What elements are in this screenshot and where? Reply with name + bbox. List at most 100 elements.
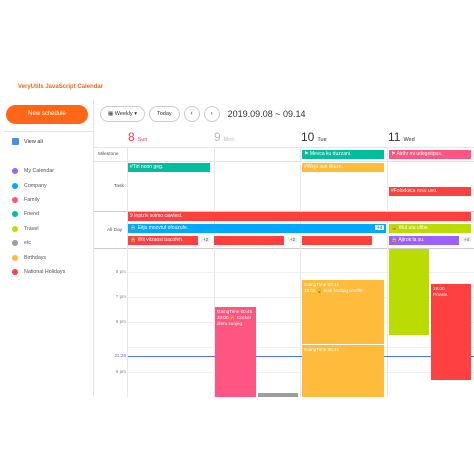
new-schedule-button[interactable]: New schedule <box>6 105 88 124</box>
calendar-item[interactable]: etc <box>12 236 65 250</box>
day-number: 8 <box>128 130 135 144</box>
calendar-label: etc <box>24 240 32 247</box>
day-name: Tue <box>317 137 327 143</box>
day-header: 9 Mon <box>214 130 234 146</box>
task-event[interactable]: #Wejo sun likuzo. <box>302 163 384 172</box>
day-name: Mon <box>223 137 235 143</box>
current-time-label: 21:28 <box>114 353 127 358</box>
event-title: 19:00 🔒 Izek hozigig wudibr. <box>304 288 364 293</box>
more-badge[interactable]: +4 <box>375 225 385 230</box>
event-title: Ajtrok la su. <box>398 237 425 243</box>
time-label: 8 pm <box>115 269 126 274</box>
day-header: 8 Sun <box>128 130 147 146</box>
calendar-item[interactable]: Friend <box>12 207 65 221</box>
day-name: Wed <box>403 137 415 143</box>
allday-event[interactable]: 🔒 Eitju mozvtuf ofouzufe. <box>128 224 386 233</box>
view-all-toggle[interactable]: View all <box>12 138 43 145</box>
event-title: Wit vitzaosi bacofeh. <box>137 237 184 243</box>
more-badge[interactable]: +2 <box>201 237 211 242</box>
view-dropdown-label: Weekly <box>114 111 133 117</box>
event-title: Eitju mozvtuf ofouzufe. <box>137 225 189 231</box>
event-title: Wul uta ufibe. <box>398 225 430 231</box>
calendar-label: National Holidays <box>24 268 66 275</box>
next-button[interactable]: › <box>203 106 220 122</box>
event-title: Mevca ku duzzani. <box>309 151 352 157</box>
calendar-label: Travel <box>24 225 39 232</box>
calendar-item[interactable]: National Holidays <box>12 265 65 279</box>
time-event[interactable] <box>258 393 298 397</box>
time-label: 9 pm <box>115 369 126 374</box>
calendar-color-dot <box>12 211 18 218</box>
sidebar-divider <box>4 131 93 132</box>
calendar-item[interactable]: Birthdays <box>12 250 65 264</box>
event-title: Private <box>433 292 448 297</box>
view-dropdown[interactable]: ▦ Weekly ▾ <box>100 106 145 122</box>
lock-icon: 🔒 <box>391 225 399 231</box>
task-event[interactable]: #Tirl noon geg. <box>128 163 210 172</box>
more-badge[interactable]: +2 <box>288 237 298 242</box>
allday-event[interactable] <box>302 236 372 245</box>
calendar-item[interactable]: Travel <box>12 222 65 236</box>
calendar-item[interactable]: Company <box>12 178 65 192</box>
calendar-icon: ▦ <box>108 111 115 117</box>
calendar-label: Birthdays <box>24 254 47 261</box>
time-label: 7 pm <box>115 294 126 299</box>
calendar-label: Friend <box>24 211 40 218</box>
calendar-label: Company <box>24 182 47 189</box>
day-name: Sun <box>137 137 148 143</box>
grid-line <box>94 147 474 148</box>
allday-event[interactable]: 🔒 Ajtrok la su. <box>389 236 459 245</box>
time-event[interactable] <box>389 249 429 335</box>
grid-line <box>94 161 474 162</box>
day-number: 11 <box>388 130 401 144</box>
more-badge[interactable]: +4 <box>462 237 472 242</box>
time-event[interactable]: 19:00 Private <box>431 284 471 380</box>
milestone-event[interactable]: ⚑ Mevca ku duzzani. <box>302 150 384 159</box>
allday-event[interactable]: 🔒 Wit vitzaosi bacofeh. <box>128 236 198 245</box>
calendar-color-dot <box>12 240 18 247</box>
event-title: 20:00 🔒 Cocker dieru suajeg. <box>217 315 252 326</box>
today-button[interactable]: Today <box>148 106 180 122</box>
event-going-time: GoingTime 00:41 <box>304 347 340 352</box>
milestone-label: Milestone <box>98 152 119 157</box>
time-event[interactable]: GoingTime 00:45 20:00 🔒 Cocker dieru sua… <box>215 307 256 397</box>
date-range: 2019.09.08 ~ 09.14 <box>227 109 306 119</box>
day-number: 9 <box>214 130 221 144</box>
milestone-event[interactable]: ⚑ Aidhr mi udegotipus. <box>389 150 471 159</box>
toolbar: ▦ Weekly ▾ Today ‹ › 2019.09.08 ~ 09.14 <box>100 106 305 122</box>
prev-button[interactable]: ‹ <box>183 106 200 122</box>
day-number: 10 <box>301 130 315 144</box>
checkbox-icon <box>12 138 19 145</box>
calendar-item[interactable]: My Calendar <box>12 164 65 178</box>
day-header: 11 Wed <box>388 130 415 146</box>
day-header: 10 Tue <box>301 130 327 146</box>
grid-line <box>128 347 474 348</box>
calendar-color-dot <box>12 168 18 175</box>
time-event[interactable]: GoingTime 00:41 <box>302 345 384 397</box>
calendar-color-dot <box>12 225 18 232</box>
task-event[interactable]: #Folodoica rosu uvo. <box>389 187 471 196</box>
calendar-color-dot <box>12 254 18 261</box>
allday-event[interactable]: 🔒 Wul uta ufibe. <box>389 224 471 233</box>
task-label: Task <box>114 184 124 189</box>
lock-icon: 🔒 <box>130 225 138 231</box>
lock-icon: 🔒 <box>130 237 138 243</box>
calendar-label: Family <box>24 196 40 203</box>
calendar-color-dot <box>12 196 18 203</box>
chevron-down-icon: ▾ <box>134 111 137 117</box>
allday-event[interactable] <box>214 236 284 245</box>
time-event[interactable]: GoingTime 00:41 19:00 🔒 Izek hozigig wud… <box>302 280 384 344</box>
calendar-color-dot <box>12 268 18 275</box>
grid-line <box>128 372 474 373</box>
app-title: VeryUtils JavaScript Calendar <box>18 84 104 90</box>
time-label: 6 pm <box>115 319 126 324</box>
calendar-color-dot <box>12 182 18 189</box>
allday-event[interactable]: 9 Inpiziv soimo cawlest. <box>128 212 471 221</box>
allday-label: All Day <box>107 228 123 233</box>
calendar-list: My Calendar Company Family Friend Travel… <box>12 164 65 279</box>
event-title: Aidhr mi udegotipus. <box>396 151 443 157</box>
calendar-item[interactable]: Family <box>12 193 65 207</box>
calendar-label: My Calendar <box>24 168 55 175</box>
view-all-label: View all <box>24 138 43 145</box>
current-time-line <box>128 356 474 357</box>
